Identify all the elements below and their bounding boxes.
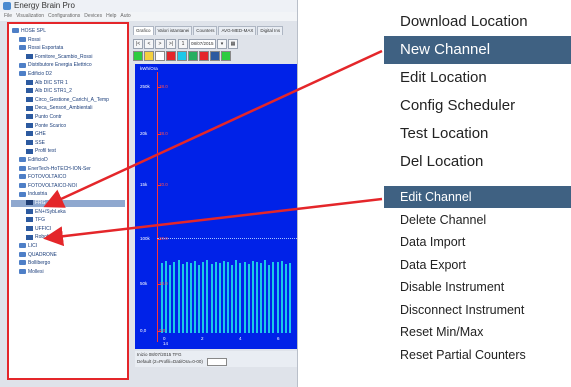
arrow-to-location [43, 49, 383, 208]
arrow-to-channel [43, 197, 383, 247]
annotation-arrows [43, 49, 383, 247]
